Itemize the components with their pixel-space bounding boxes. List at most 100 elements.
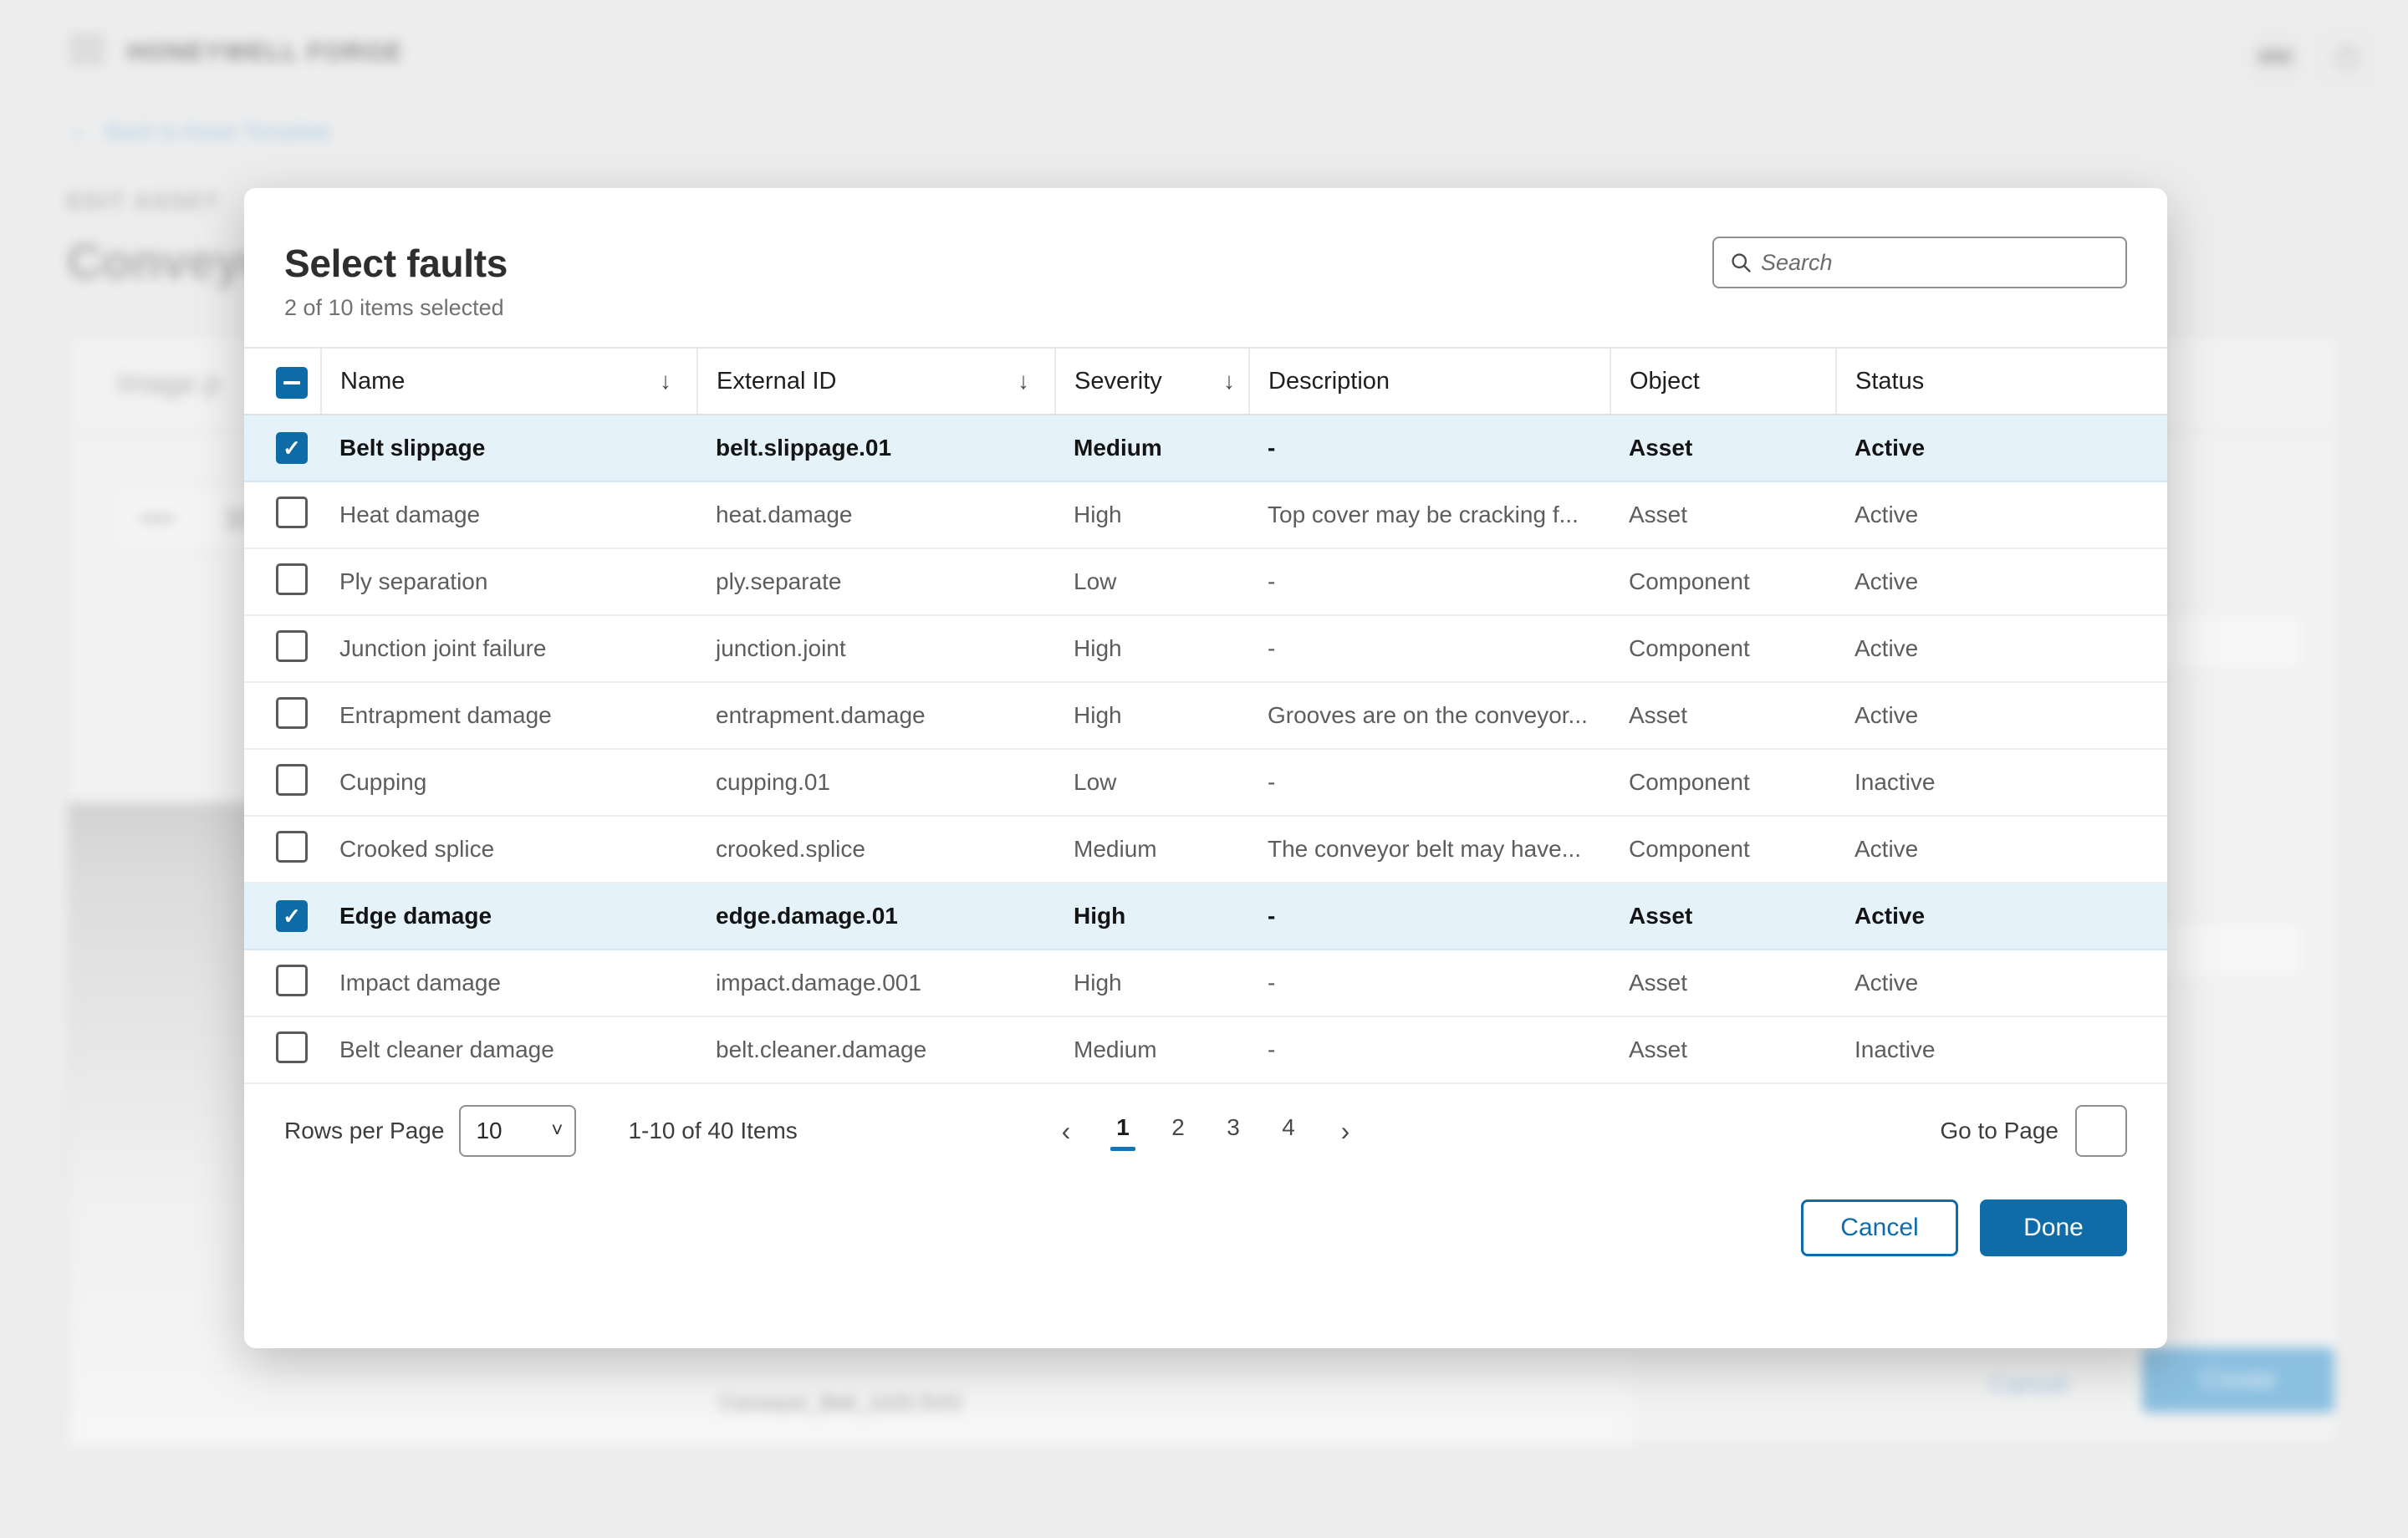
cell-object: Component xyxy=(1610,615,1836,683)
done-button[interactable]: Done xyxy=(1980,1199,2127,1256)
search-icon xyxy=(1732,253,1751,272)
hamburger-menu-icon[interactable] xyxy=(69,37,105,64)
row-checkbox[interactable] xyxy=(276,763,308,796)
column-header-name[interactable]: Name ↓ xyxy=(320,347,697,415)
row-select-cell[interactable] xyxy=(244,615,321,683)
row-select-cell[interactable] xyxy=(244,816,321,884)
help-button[interactable]: ? xyxy=(2321,32,2373,84)
cell-name: Edge damage xyxy=(321,883,697,950)
table-row[interactable]: ✓ Edge damage edge.damage.01 High - Asset Acti… xyxy=(244,883,2167,950)
cell-name: Junction joint failure xyxy=(321,615,697,683)
search-input[interactable] xyxy=(1761,249,2125,276)
row-checkbox[interactable]: ✓ xyxy=(276,432,308,464)
column-label: Object xyxy=(1630,367,1700,395)
row-select-cell[interactable] xyxy=(244,1016,321,1084)
table-row[interactable]: Cupping cupping.01 Low - Component Inactive xyxy=(244,749,2167,817)
cell-status: Inactive xyxy=(1836,749,2167,817)
cell-description: - xyxy=(1249,950,1610,1017)
page-number-4[interactable]: 4 xyxy=(1261,1114,1316,1148)
check-icon: ✓ xyxy=(283,904,301,929)
image-filename-label: Conveyor_Belt_1103.SVG xyxy=(719,1392,963,1415)
column-header-severity[interactable]: Severity ↓ xyxy=(1054,347,1249,415)
row-checkbox[interactable] xyxy=(276,629,308,662)
row-select-cell[interactable] xyxy=(244,749,321,817)
cell-external-id: crooked.splice xyxy=(697,816,1055,884)
cell-status: Active xyxy=(1836,415,2167,482)
back-link-label: Back to Asset Template xyxy=(105,118,331,144)
cell-status: Active xyxy=(1836,883,2167,950)
cell-status: Active xyxy=(1836,615,2167,683)
cell-external-id: edge.damage.01 xyxy=(697,883,1055,950)
table-row[interactable]: Entrapment damage entrapment.damage High Gr… xyxy=(244,682,2167,750)
app-top-bar: HONEYWELL FORGE MM ? xyxy=(0,0,2408,102)
cell-description: - xyxy=(1249,548,1610,616)
row-checkbox[interactable]: ✓ xyxy=(276,900,308,932)
cell-severity: High xyxy=(1055,682,1249,750)
row-select-cell[interactable]: ✓ xyxy=(244,883,321,950)
table-row[interactable]: Belt cleaner damage belt.cleaner.damage Me… xyxy=(244,1016,2167,1084)
sort-desc-icon[interactable]: ↓ xyxy=(660,369,671,393)
page-number-2[interactable]: 2 xyxy=(1150,1114,1206,1148)
chevron-down-icon: ˅ xyxy=(551,1119,564,1142)
column-header-object[interactable]: Object xyxy=(1610,347,1836,415)
table-row[interactable]: Ply separation ply.separate Low - Component A… xyxy=(244,548,2167,616)
table-row[interactable]: Junction joint failure junction.joint High… xyxy=(244,615,2167,683)
table-row[interactable]: Impact damage impact.damage.001 High - Asset… xyxy=(244,950,2167,1017)
row-checkbox[interactable] xyxy=(276,696,308,729)
background-create-button[interactable]: Create xyxy=(2142,1347,2334,1413)
cell-name: Belt cleaner damage xyxy=(321,1016,697,1084)
column-header-status[interactable]: Status xyxy=(1835,347,2167,415)
sort-desc-icon[interactable]: ↓ xyxy=(1223,369,1235,393)
select-all-checkbox[interactable] xyxy=(275,367,308,399)
row-select-cell[interactable] xyxy=(244,682,321,750)
column-label: Description xyxy=(1268,367,1390,395)
cell-object: Component xyxy=(1610,749,1836,817)
cell-severity: Medium xyxy=(1055,816,1249,884)
image-panel-title: Image p xyxy=(117,368,220,400)
page-number-3[interactable]: 3 xyxy=(1206,1114,1261,1148)
cell-status: Active xyxy=(1836,682,2167,750)
row-checkbox[interactable] xyxy=(276,964,308,996)
rows-per-page-select[interactable]: 10 ˅ xyxy=(459,1105,577,1157)
row-checkbox[interactable] xyxy=(276,1031,308,1063)
cell-description: - xyxy=(1249,415,1610,482)
previous-page-icon[interactable]: ‹ xyxy=(1037,1116,1095,1147)
cancel-button[interactable]: Cancel xyxy=(1801,1199,1958,1256)
row-select-cell[interactable]: ✓ xyxy=(244,415,321,482)
background-cancel-button[interactable]: Cancel xyxy=(1990,1371,2068,1399)
row-select-cell[interactable] xyxy=(244,481,321,549)
table-row[interactable]: ✓ Belt slippage belt.slippage.01 Medium - Ass… xyxy=(244,415,2167,482)
help-icon: ? xyxy=(2334,44,2360,71)
cell-object: Asset xyxy=(1610,682,1836,750)
column-label: External ID xyxy=(717,367,837,395)
cell-external-id: junction.joint xyxy=(697,615,1055,683)
cell-name: Cupping xyxy=(321,749,697,817)
cell-description: - xyxy=(1249,749,1610,817)
select-all-header xyxy=(244,347,321,415)
column-header-external-id[interactable]: External ID ↓ xyxy=(696,347,1055,415)
cell-object: Asset xyxy=(1610,1016,1836,1084)
row-checkbox[interactable] xyxy=(276,496,308,528)
zoom-out-icon[interactable] xyxy=(140,516,174,521)
go-to-page-group: Go to Page xyxy=(1940,1105,2127,1157)
avatar[interactable]: MM xyxy=(2249,32,2301,84)
cell-description: - xyxy=(1249,883,1610,950)
table-row[interactable]: Heat damage heat.damage High Top cover may … xyxy=(244,481,2167,549)
row-checkbox[interactable] xyxy=(276,563,308,595)
cell-object: Component xyxy=(1610,548,1836,616)
back-to-asset-template-link[interactable]: ← Back to Asset Template xyxy=(67,117,331,145)
sort-desc-icon[interactable]: ↓ xyxy=(1018,369,1029,393)
cell-status: Active xyxy=(1836,950,2167,1017)
search-field[interactable] xyxy=(1712,237,2127,288)
column-header-description[interactable]: Description xyxy=(1248,347,1610,415)
cell-name: Belt slippage xyxy=(321,415,697,482)
row-select-cell[interactable] xyxy=(244,950,321,1017)
row-checkbox[interactable] xyxy=(276,830,308,863)
table-row[interactable]: Crooked splice crooked.splice Medium The co… xyxy=(244,816,2167,884)
row-select-cell[interactable] xyxy=(244,548,321,616)
cell-external-id: ply.separate xyxy=(697,548,1055,616)
page-number-1[interactable]: 1 xyxy=(1095,1114,1150,1148)
next-page-icon[interactable]: › xyxy=(1316,1116,1375,1147)
go-to-page-input[interactable] xyxy=(2075,1105,2127,1157)
check-icon: ✓ xyxy=(283,435,301,461)
